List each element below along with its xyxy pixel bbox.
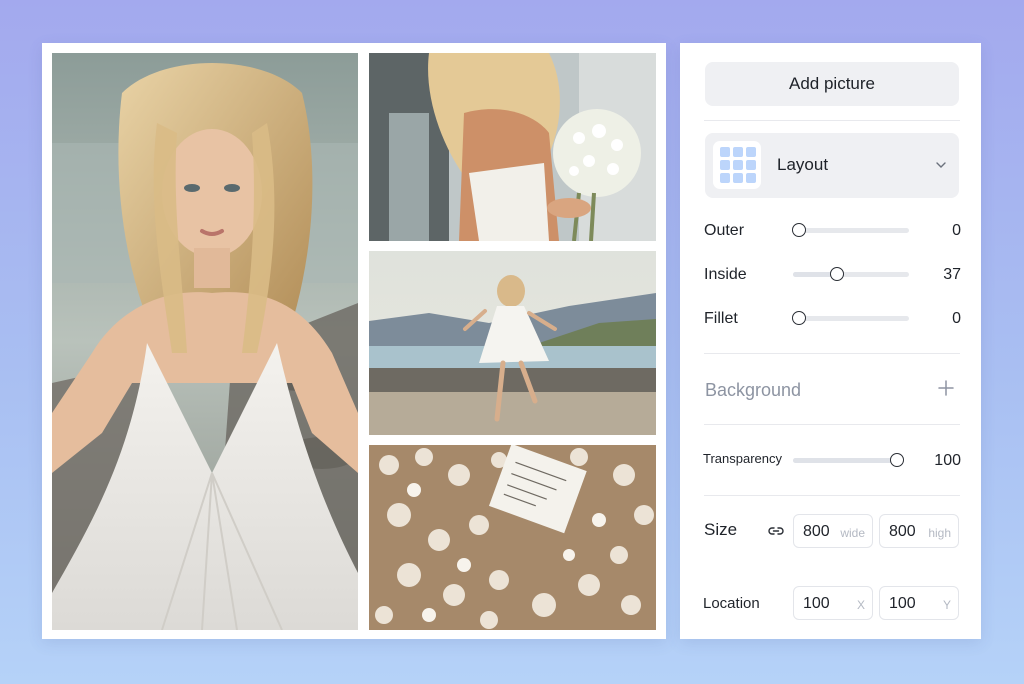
inside-label: Inside: [704, 266, 747, 283]
fillet-label: Fillet: [704, 310, 738, 327]
collage-photo-woman-portrait[interactable]: [52, 53, 358, 630]
location-x-unit: X: [856, 598, 865, 612]
collage-photo-flowers-card[interactable]: [369, 445, 656, 630]
photo-collage: [42, 43, 666, 639]
location-y-unit: Y: [942, 598, 951, 612]
width-unit: wide: [840, 526, 865, 540]
size-label: Size: [704, 520, 738, 539]
layout-select[interactable]: Layout: [705, 133, 959, 198]
fillet-slider[interactable]: [792, 310, 909, 326]
location-y-value: 100: [889, 595, 916, 612]
fillet-slider-thumb[interactable]: [792, 311, 806, 325]
collage-photo-promenade[interactable]: [369, 251, 656, 435]
location-label: Location: [703, 595, 760, 612]
fillet-value: 0: [952, 310, 961, 327]
outer-slider-thumb[interactable]: [792, 223, 806, 237]
add-picture-button[interactable]: Add picture: [705, 62, 959, 106]
photo-woman-portrait-image: [52, 53, 358, 630]
collage-photo-bouquet[interactable]: [369, 53, 656, 241]
height-unit: high: [928, 526, 951, 540]
plus-icon[interactable]: [938, 380, 954, 396]
divider: [704, 120, 960, 121]
transparency-value: 100: [934, 452, 961, 469]
transparency-label: Transparency: [703, 451, 782, 466]
location-x-field[interactable]: 100 X: [793, 586, 873, 620]
inside-slider-thumb[interactable]: [830, 267, 845, 281]
photo-bouquet-image: [369, 53, 656, 241]
grid-icon: [713, 141, 761, 189]
outer-slider[interactable]: [792, 222, 909, 238]
height-value: 800: [889, 523, 916, 540]
width-value: 800: [803, 523, 830, 540]
chevron-down-icon: [936, 162, 946, 168]
divider: [704, 495, 960, 496]
outer-value: 0: [952, 222, 961, 239]
divider: [704, 353, 960, 354]
width-field[interactable]: 800 wide: [793, 514, 873, 548]
transparency-slider-thumb[interactable]: [890, 453, 904, 467]
link-icon[interactable]: [768, 525, 784, 537]
inside-value: 37: [943, 266, 961, 283]
outer-label: Outer: [704, 222, 745, 239]
transparency-slider[interactable]: [793, 452, 904, 468]
layout-label: Layout: [777, 155, 829, 174]
height-field[interactable]: 800 high: [879, 514, 959, 548]
location-x-value: 100: [803, 595, 830, 612]
photo-promenade-image: [369, 251, 656, 435]
inside-slider[interactable]: [793, 266, 909, 282]
background-label: Background: [705, 380, 802, 400]
photo-flowers-card-image: [369, 445, 656, 630]
divider: [704, 424, 960, 425]
settings-panel: Add picture Layout Outer 0 Inside 37 Fil…: [680, 43, 981, 639]
location-y-field[interactable]: 100 Y: [879, 586, 959, 620]
